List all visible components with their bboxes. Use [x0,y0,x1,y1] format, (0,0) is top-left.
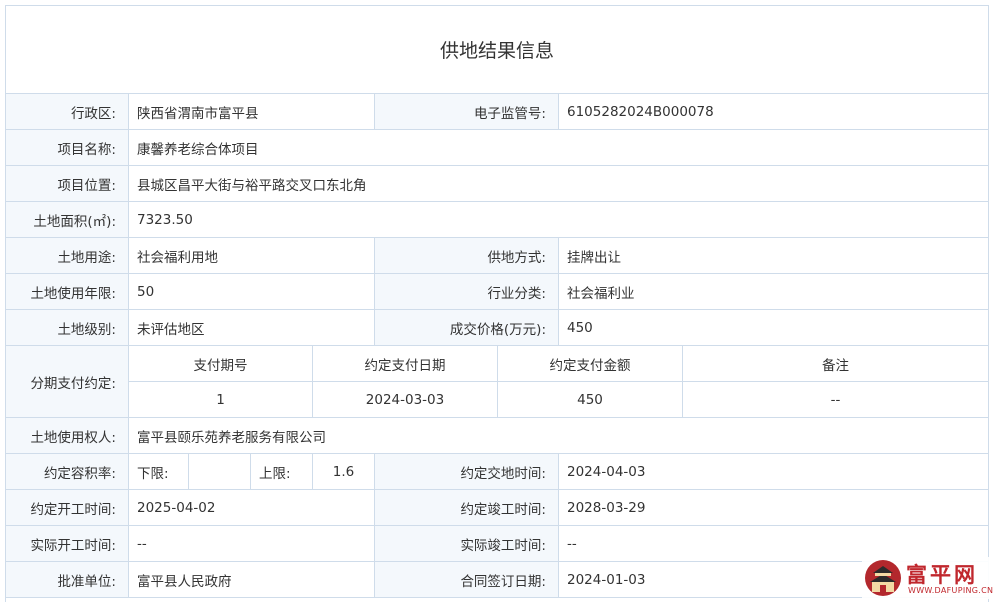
holder-value: 富平县颐乐苑养老服务有限公司 [129,418,988,454]
gate-tower-icon [865,560,901,596]
far-upper-label: 上限: [251,454,313,490]
installment-period-value: 1 [129,382,313,418]
location-label: 项目位置: [6,166,129,202]
holder-label: 土地使用权人: [6,418,129,454]
handover-value: 2024-04-03 [559,454,988,490]
term-label: 土地使用年限: [6,274,129,310]
far-lower-label: 下限: [129,454,189,490]
area-label: 土地面积(㎡): [6,202,129,238]
price-label: 成交价格(万元): [375,310,559,346]
installment-header-amount: 约定支付金额 [498,346,683,382]
installment-date-value: 2024-03-03 [313,382,498,418]
handover-label: 约定交地时间: [375,454,559,490]
land-supply-result-table: 供地结果信息 行政区: 陕西省渭南市富平县 电子监管号: 6105282024B… [5,5,989,602]
area-value: 7323.50 [129,202,988,238]
supply-method-value: 挂牌出让 [559,238,988,274]
district-value: 陕西省渭南市富平县 [129,94,375,130]
start-label: 约定开工时间: [6,490,129,526]
price-value: 450 [559,310,988,346]
start-value: 2025-04-02 [129,490,375,526]
completion-value: 2028-03-29 [559,490,988,526]
industry-value: 社会福利业 [559,274,988,310]
supervision-no-value: 6105282024B000078 [559,94,988,130]
actual-start-label: 实际开工时间: [6,526,129,562]
installment-header-date: 约定支付日期 [313,346,498,382]
completion-label: 约定竣工时间: [375,490,559,526]
location-value: 县城区昌平大街与裕平路交叉口东北角 [129,166,988,202]
contract-date-label: 合同签订日期: [375,562,559,598]
approval-label: 批准单位: [6,562,129,598]
land-use-value: 社会福利用地 [129,238,375,274]
far-upper-value: 1.6 [313,454,375,490]
installment-header-remark: 备注 [683,346,988,382]
supervision-no-label: 电子监管号: [375,94,559,130]
project-name-label: 项目名称: [6,130,129,166]
supply-method-label: 供地方式: [375,238,559,274]
grade-value: 未评估地区 [129,310,375,346]
actual-completion-label: 实际竣工时间: [375,526,559,562]
site-watermark: 富平网 WWW.DAFUPING.CN [862,557,994,599]
installment-remark-value: -- [683,382,988,418]
term-value: 50 [129,274,375,310]
project-name-value: 康馨养老综合体项目 [129,130,988,166]
installment-header-period: 支付期号 [129,346,313,382]
installment-amount-value: 450 [498,382,683,418]
grade-label: 土地级别: [6,310,129,346]
page-title: 供地结果信息 [6,6,988,94]
land-use-label: 土地用途: [6,238,129,274]
industry-label: 行业分类: [375,274,559,310]
watermark-site-name: 富平网 [906,563,978,587]
installment-label: 分期支付约定: [6,346,129,418]
actual-start-value: -- [129,526,375,562]
approval-value: 富平县人民政府 [129,562,375,598]
far-label: 约定容积率: [6,454,129,490]
watermark-url: WWW.DAFUPING.CN [908,586,994,595]
district-label: 行政区: [6,94,129,130]
far-lower-value [189,454,251,490]
